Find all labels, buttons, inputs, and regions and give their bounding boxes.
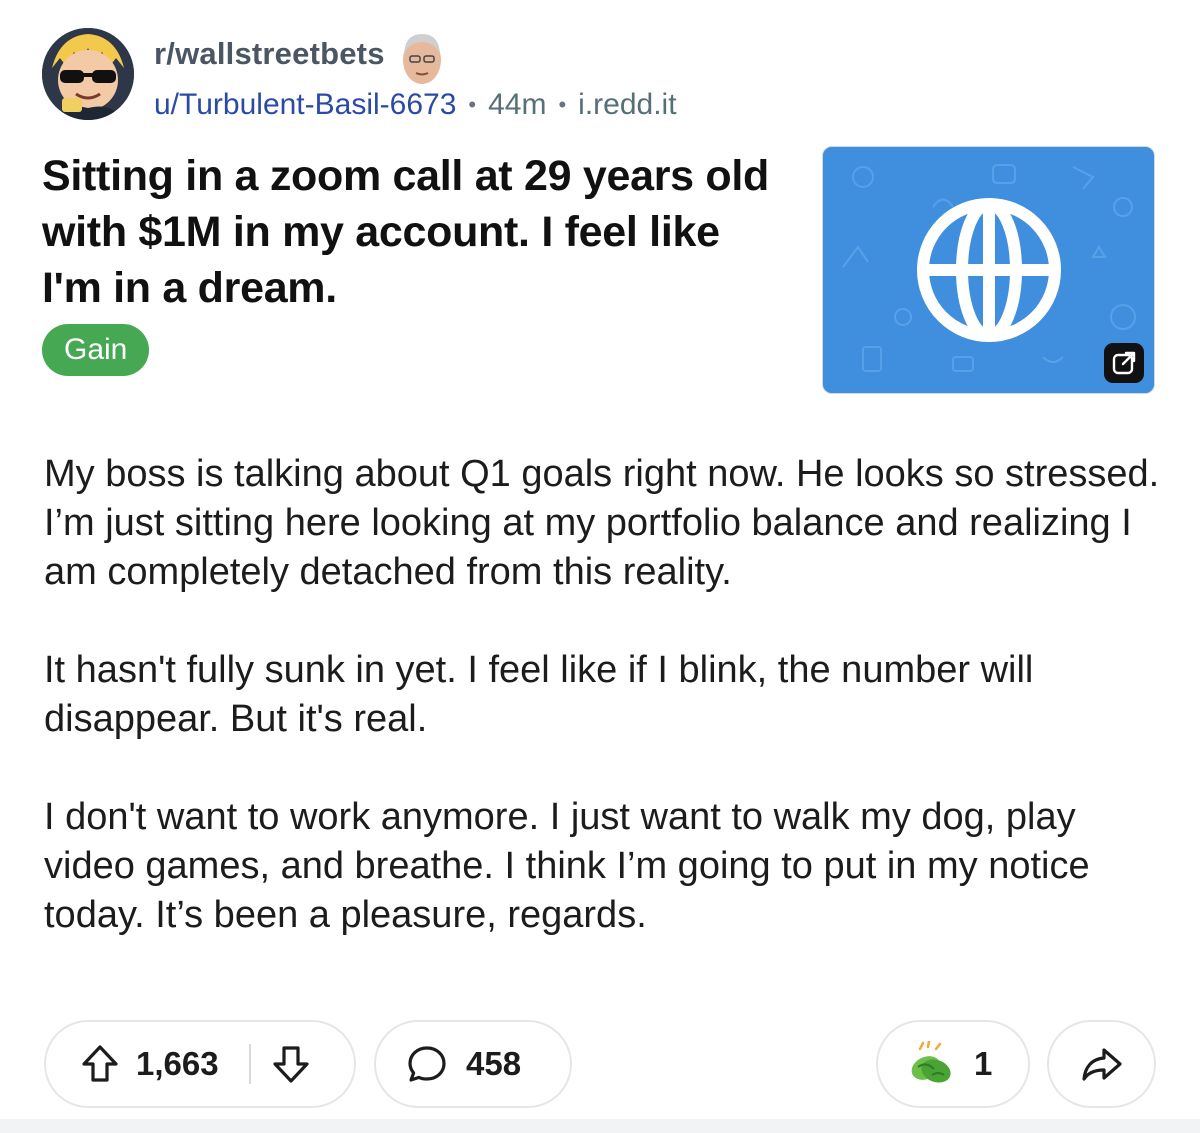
post-flair[interactable]: Gain bbox=[42, 324, 150, 376]
share-icon bbox=[1080, 1044, 1124, 1084]
award-count: 1 bbox=[974, 1045, 993, 1082]
meta-separator: • bbox=[558, 92, 567, 117]
vote-divider bbox=[248, 1044, 251, 1084]
post-body: My boss is talking about Q1 goals right … bbox=[44, 450, 1164, 989]
subreddit-name[interactable]: r/wallstreetbets bbox=[154, 36, 385, 72]
comments-button[interactable]: 458 bbox=[374, 1020, 572, 1108]
upvote-count: 1,663 bbox=[136, 1045, 219, 1082]
subreddit-avatar[interactable] bbox=[42, 28, 134, 120]
post-header: r/wallstreetbets u/Turbulent-Basil-6673 … bbox=[42, 28, 842, 122]
clapping-hands-icon bbox=[906, 1041, 956, 1087]
post-title[interactable]: Sitting in a zoom call at 29 years old w… bbox=[42, 148, 782, 316]
external-link-icon[interactable] bbox=[1104, 343, 1144, 383]
body-paragraph: It hasn't fully sunk in yet. I feel like… bbox=[44, 649, 1034, 740]
comment-count: 458 bbox=[466, 1045, 522, 1082]
post-age: 44m bbox=[488, 88, 547, 121]
post-actions: 1,663 458 1 bbox=[44, 1020, 1156, 1108]
vote-bar: 1,663 bbox=[44, 1020, 356, 1108]
meta-separator: • bbox=[468, 92, 477, 117]
author-link[interactable]: u/Turbulent-Basil-6673 bbox=[154, 88, 456, 122]
downvote-icon[interactable] bbox=[271, 1043, 311, 1085]
award-button[interactable]: 1 bbox=[876, 1020, 1030, 1108]
share-button[interactable] bbox=[1047, 1020, 1156, 1108]
upvote-icon[interactable] bbox=[80, 1043, 120, 1085]
bottom-divider bbox=[0, 1119, 1200, 1133]
body-paragraph: I don't want to work anymore. I just wan… bbox=[44, 796, 1090, 936]
link-thumbnail[interactable] bbox=[822, 146, 1155, 394]
post-domain[interactable]: i.redd.it bbox=[578, 88, 676, 122]
post-meta: r/wallstreetbets u/Turbulent-Basil-6673 … bbox=[154, 34, 677, 122]
comment-icon bbox=[406, 1043, 448, 1085]
body-paragraph: My boss is talking about Q1 goals right … bbox=[44, 453, 1160, 593]
user-flair-icon bbox=[401, 30, 443, 86]
